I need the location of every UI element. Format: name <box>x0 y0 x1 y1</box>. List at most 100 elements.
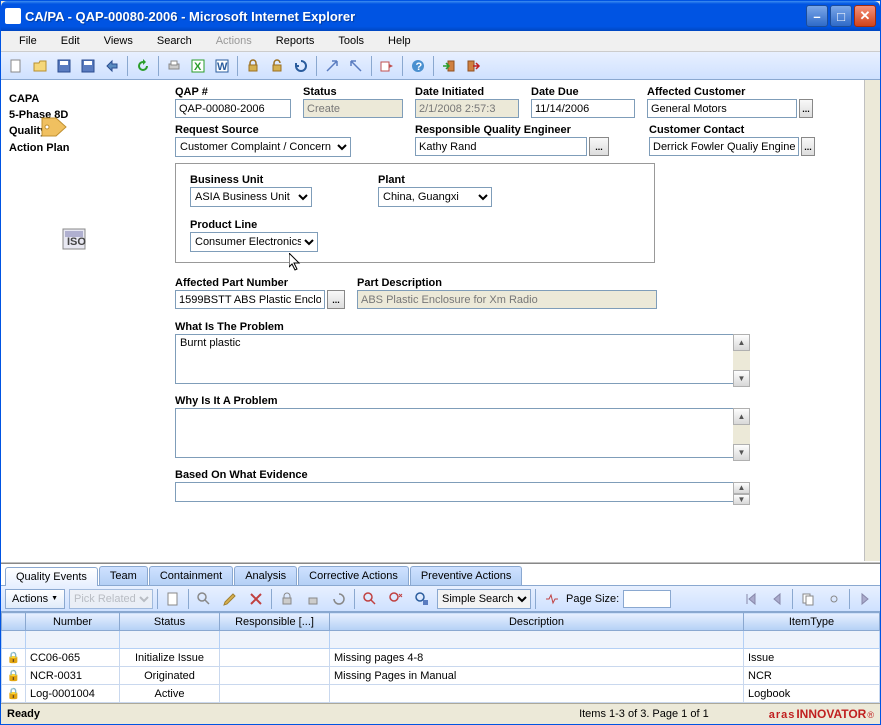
main-toolbar: X W ? <box>1 52 880 80</box>
aff-cust-label: Affected Customer <box>647 86 813 98</box>
revert-icon[interactable] <box>290 55 312 77</box>
menu-views[interactable]: Views <box>94 33 143 49</box>
lock-icon[interactable] <box>242 55 264 77</box>
refresh-icon[interactable] <box>132 55 154 77</box>
undo-icon[interactable] <box>101 55 123 77</box>
grid-revert-icon[interactable] <box>328 588 350 610</box>
tab-analysis[interactable]: Analysis <box>234 566 297 585</box>
cust-contact-browse-button[interactable]: ... <box>801 137 815 156</box>
print-icon[interactable] <box>163 55 185 77</box>
maximize-button[interactable]: □ <box>830 5 852 27</box>
grid-search-run-icon[interactable] <box>359 588 381 610</box>
open-icon[interactable] <box>29 55 51 77</box>
col-number[interactable]: Number <box>26 613 120 631</box>
menu-edit[interactable]: Edit <box>51 33 90 49</box>
cell-resp <box>220 649 330 667</box>
tab-containment[interactable]: Containment <box>149 566 233 585</box>
lock-icon: 🔒 <box>2 685 26 703</box>
menu-file[interactable]: File <box>9 33 47 49</box>
menu-search[interactable]: Search <box>147 33 202 49</box>
logout-icon[interactable] <box>462 55 484 77</box>
date-due-input[interactable] <box>531 99 635 118</box>
cell-number: CC06-065 <box>26 649 120 667</box>
word-icon[interactable]: W <box>211 55 233 77</box>
close-button[interactable]: ✕ <box>854 5 876 27</box>
cust-contact-input[interactable] <box>649 137 799 156</box>
bu-select[interactable]: ASIA Business Unit <box>190 187 312 207</box>
grid-copy-icon[interactable] <box>797 588 819 610</box>
cell-number: Log-0001004 <box>26 685 120 703</box>
grid-lock-icon[interactable] <box>276 588 298 610</box>
why-textarea[interactable] <box>175 408 750 458</box>
arrow-icon-2[interactable] <box>345 55 367 77</box>
unlock-icon[interactable] <box>266 55 288 77</box>
rqe-browse-button[interactable]: ... <box>589 137 609 156</box>
grid-search-save-icon[interactable] <box>411 588 433 610</box>
grid-new-icon[interactable] <box>162 588 184 610</box>
brand-logo: aras INNOVATOR® <box>769 707 874 721</box>
grid-auto-search-icon[interactable] <box>540 588 562 610</box>
tab-corrective-actions[interactable]: Corrective Actions <box>298 566 409 585</box>
menu-help[interactable]: Help <box>378 33 421 49</box>
col-itemtype[interactable]: ItemType <box>744 613 880 631</box>
cell-itemtype: Issue <box>744 649 880 667</box>
grid-link-icon[interactable] <box>823 588 845 610</box>
grid-edit-icon[interactable] <box>219 588 241 610</box>
pl-select[interactable]: Consumer Electronics <box>190 232 318 252</box>
evidence-textarea[interactable] <box>175 482 750 502</box>
rqe-input[interactable] <box>415 137 587 156</box>
tab-quality-events[interactable]: Quality Events <box>5 567 98 586</box>
page-size-input[interactable] <box>623 590 671 608</box>
pl-label: Product Line <box>190 219 318 231</box>
grid-prev-icon[interactable] <box>766 588 788 610</box>
help-icon[interactable]: ? <box>407 55 429 77</box>
why-label: Why Is It A Problem <box>175 395 850 407</box>
cell-status: Initialize Issue <box>120 649 220 667</box>
grid-del-icon[interactable] <box>245 588 267 610</box>
filter-row[interactable] <box>2 631 880 649</box>
cust-contact-label: Customer Contact <box>649 124 815 136</box>
grid-unlock-icon[interactable] <box>302 588 324 610</box>
grid-first-icon[interactable] <box>740 588 762 610</box>
plant-select[interactable]: China, Guangxi <box>378 187 492 207</box>
save-icon[interactable] <box>53 55 75 77</box>
apn-input[interactable] <box>175 290 325 309</box>
menu-tools[interactable]: Tools <box>328 33 374 49</box>
bu-label: Business Unit <box>190 174 312 186</box>
grid-search-clear-icon[interactable] <box>385 588 407 610</box>
menu-reports[interactable]: Reports <box>266 33 325 49</box>
aff-cust-browse-button[interactable]: ... <box>799 99 813 118</box>
export-icon[interactable] <box>376 55 398 77</box>
aff-cust-input[interactable] <box>647 99 797 118</box>
apn-browse-button[interactable]: ... <box>327 290 345 309</box>
grid-next-icon[interactable] <box>854 588 876 610</box>
grid-actions-button[interactable]: Actions▼ <box>5 589 65 609</box>
col-responsible[interactable]: Responsible [...] <box>220 613 330 631</box>
cell-desc <box>330 685 744 703</box>
app-icon <box>5 8 21 24</box>
req-src-select[interactable]: Customer Complaint / Concern <box>175 137 351 157</box>
iso-icon: ISO <box>59 225 89 256</box>
tab-preventive-actions[interactable]: Preventive Actions <box>410 566 523 585</box>
col-status[interactable]: Status <box>120 613 220 631</box>
prob-textarea[interactable]: Burnt plastic <box>175 334 750 384</box>
pdesc-label: Part Description <box>357 277 657 289</box>
table-row[interactable]: 🔒 NCR-0031 Originated Missing Pages in M… <box>2 667 880 685</box>
minimize-button[interactable]: – <box>806 5 828 27</box>
table-row[interactable]: 🔒 CC06-065 Initialize Issue Missing page… <box>2 649 880 667</box>
tab-team[interactable]: Team <box>99 566 148 585</box>
search-mode-select[interactable]: Simple Search <box>437 589 531 609</box>
col-lock[interactable] <box>2 613 26 631</box>
cell-itemtype: Logbook <box>744 685 880 703</box>
save-icon-2[interactable] <box>77 55 99 77</box>
pick-related-select: Pick Related <box>69 589 153 609</box>
status-label: Status <box>303 86 403 98</box>
login-icon[interactable] <box>438 55 460 77</box>
grid-search-icon[interactable] <box>193 588 215 610</box>
excel-icon[interactable]: X <box>187 55 209 77</box>
arrow-icon-1[interactable] <box>321 55 343 77</box>
new-icon[interactable] <box>5 55 27 77</box>
col-description[interactable]: Description <box>330 613 744 631</box>
table-row[interactable]: 🔒 Log-0001004 Active Logbook <box>2 685 880 703</box>
qap-input[interactable] <box>175 99 291 118</box>
